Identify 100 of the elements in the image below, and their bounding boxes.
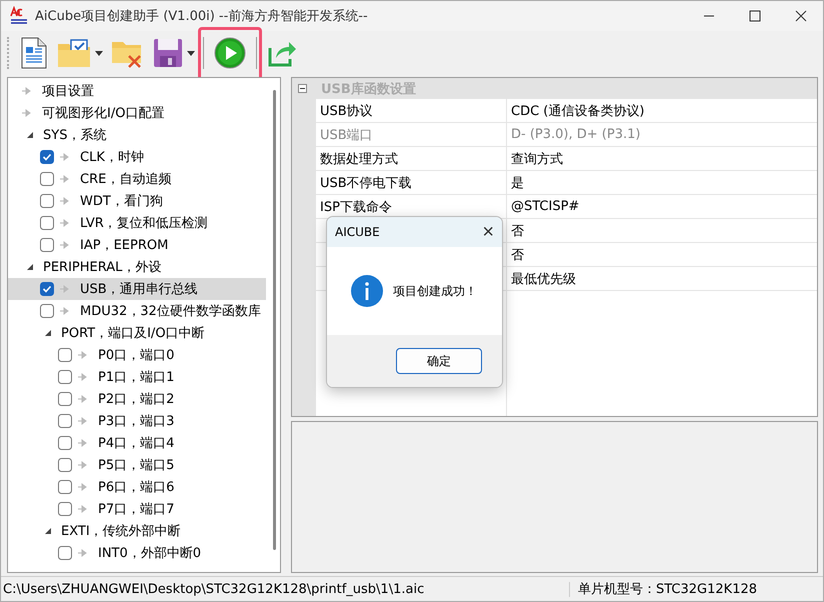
checkbox[interactable] xyxy=(40,282,54,296)
property-value[interactable]: 否 xyxy=(511,222,524,240)
arrow-icon xyxy=(60,197,70,205)
checkbox[interactable] xyxy=(40,216,54,230)
arrow-icon xyxy=(78,549,88,557)
tree-label: INT0，外部中断0 xyxy=(98,545,202,562)
close-icon[interactable] xyxy=(795,10,807,22)
tree-label: P0口，端口0 xyxy=(98,347,174,364)
tree-item[interactable]: 可视图形化I/O口配置 xyxy=(8,102,266,124)
arrow-icon xyxy=(60,219,70,227)
arrow-icon xyxy=(78,483,88,491)
tree-label: PORT，端口及I/O口中断 xyxy=(61,325,205,342)
arrow-icon xyxy=(60,241,70,249)
close-button[interactable]: × xyxy=(474,220,502,244)
collapse-icon[interactable] xyxy=(298,84,307,93)
checkbox[interactable] xyxy=(58,348,72,362)
checkbox[interactable] xyxy=(58,436,72,450)
tree-item[interactable]: P2口，端口2 xyxy=(8,388,266,410)
tree-label: WDT，看门狗 xyxy=(80,193,163,210)
file-path: C:\Users\ZHUANGWEI\Desktop\STC32G12K128\printf_usb\1\1.aic xyxy=(1,582,570,596)
tree-item[interactable]: LVR，复位和低压检测 xyxy=(8,212,266,234)
property-name: USB端口 xyxy=(320,126,373,144)
dropdown-caret-icon[interactable] xyxy=(95,50,103,56)
play-icon xyxy=(214,37,246,69)
arrow-icon xyxy=(60,285,70,293)
dropdown-caret-icon[interactable] xyxy=(187,50,195,56)
arrow-icon xyxy=(60,153,70,161)
maximize-icon[interactable] xyxy=(749,10,761,22)
expanded-icon[interactable] xyxy=(44,527,52,535)
property-name: USB协议 xyxy=(320,102,373,120)
arrow-icon xyxy=(78,351,88,359)
tree-item[interactable]: SYS，系统 xyxy=(8,124,266,146)
tree-label: P1口，端口1 xyxy=(98,369,174,386)
tree-label: USB，通用串行总线 xyxy=(80,281,198,298)
property-name: ISP下载命令 xyxy=(320,198,392,216)
checkbox[interactable] xyxy=(58,458,72,472)
checkbox[interactable] xyxy=(58,480,72,494)
property-value[interactable]: 是 xyxy=(511,174,524,192)
property-value[interactable]: 否 xyxy=(511,246,524,264)
tree-item[interactable]: WDT，看门狗 xyxy=(8,190,266,212)
property-value[interactable]: CDC (通信设备类协议) xyxy=(511,102,644,120)
checkbox[interactable] xyxy=(58,370,72,384)
tree-label: IAP，EEPROM xyxy=(80,237,168,254)
scrollbar[interactable] xyxy=(273,90,276,550)
checkbox[interactable] xyxy=(40,172,54,186)
tree-label: PERIPHERAL，外设 xyxy=(43,259,162,276)
tree-label: P2口，端口2 xyxy=(98,391,174,408)
tree-label: P4口，端口4 xyxy=(98,435,174,452)
checkbox[interactable] xyxy=(58,502,72,516)
tree-label: CRE，自动追频 xyxy=(80,171,172,188)
tree-label: CLK，时钟 xyxy=(80,149,144,166)
arrow-icon xyxy=(78,505,88,513)
checkbox[interactable] xyxy=(40,194,54,208)
tree-item[interactable]: IAP，EEPROM xyxy=(8,234,266,256)
dialog-message: 项目创建成功！ xyxy=(393,282,477,300)
expanded-icon[interactable] xyxy=(44,329,52,337)
dialog-title: AICUBE xyxy=(335,225,380,239)
property-value[interactable]: @STCISP# xyxy=(511,199,580,214)
tree-item[interactable]: USB，通用串行总线 xyxy=(8,278,266,300)
property-name: 数据处理方式 xyxy=(320,150,398,168)
expanded-icon[interactable] xyxy=(26,131,34,139)
tree-item[interactable]: P4口，端口4 xyxy=(8,432,266,454)
tree-item[interactable]: P6口，端口6 xyxy=(8,476,266,498)
tree-item[interactable]: P0口，端口0 xyxy=(8,344,266,366)
tree-label: 项目设置 xyxy=(42,83,94,100)
tree-item[interactable]: P3口，端口3 xyxy=(8,410,266,432)
arrow-icon xyxy=(78,439,88,447)
tree-item[interactable]: 项目设置 xyxy=(8,80,266,102)
checkbox[interactable] xyxy=(58,414,72,428)
property-value[interactable]: 最低优先级 xyxy=(511,270,576,288)
tree-item[interactable]: EXTI，传统外部中断 xyxy=(8,520,266,542)
tree-item[interactable]: PORT，端口及I/O口中断 xyxy=(8,322,266,344)
tree-label: P3口，端口3 xyxy=(98,413,174,430)
checkbox[interactable] xyxy=(40,238,54,252)
tree-label: SYS，系统 xyxy=(43,127,106,144)
checkbox[interactable] xyxy=(40,150,54,164)
tree-label: 可视图形化I/O口配置 xyxy=(42,105,164,122)
tree-item[interactable]: MDU32，32位硬件数学函数库 xyxy=(8,300,266,322)
tree-item[interactable]: P5口，端口5 xyxy=(8,454,266,476)
expanded-icon[interactable] xyxy=(26,263,34,271)
folder-check-icon xyxy=(57,38,91,68)
section-title: USB库函数设置 xyxy=(321,80,416,98)
arrow-icon xyxy=(22,87,32,95)
checkbox[interactable] xyxy=(58,546,72,560)
tree-item[interactable]: P1口，端口1 xyxy=(8,366,266,388)
tree-item[interactable]: PERIPHERAL，外设 xyxy=(8,256,266,278)
tree-item[interactable]: CLK，时钟 xyxy=(8,146,266,168)
checkbox[interactable] xyxy=(58,392,72,406)
checkbox[interactable] xyxy=(40,304,54,318)
tree-label: P6口，端口6 xyxy=(98,479,174,496)
app-logo-icon xyxy=(9,6,29,26)
ok-button[interactable]: 确定 xyxy=(396,348,482,374)
arrow-icon xyxy=(22,109,32,117)
tree-item[interactable]: INT0，外部中断0 xyxy=(8,542,266,564)
tree-item[interactable]: CRE，自动追频 xyxy=(8,168,266,190)
tree-label: P7口，端口7 xyxy=(98,501,174,518)
property-value[interactable]: 查询方式 xyxy=(511,150,563,168)
document-icon xyxy=(21,37,47,69)
tree-label: MDU32，32位硬件数学函数库 xyxy=(80,303,261,320)
tree-item[interactable]: P7口，端口7 xyxy=(8,498,266,520)
